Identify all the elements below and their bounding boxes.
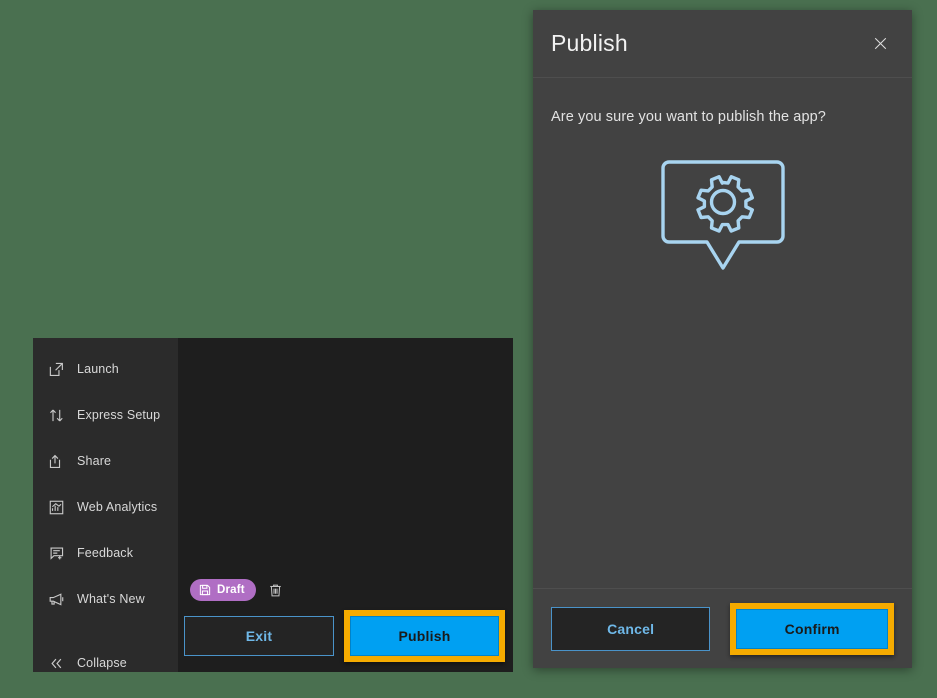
dialog-title: Publish — [551, 30, 628, 57]
sidebar-item-label: Express Setup — [77, 408, 160, 422]
sidebar-item-feedback[interactable]: Feedback — [33, 530, 178, 576]
confirm-button[interactable]: Confirm — [736, 609, 888, 649]
confirm-button-highlight: Confirm — [730, 603, 894, 655]
publish-button-highlight: Publish — [344, 610, 505, 662]
save-floppy-icon — [199, 584, 211, 596]
publish-dialog: Publish Are you sure you want to publish… — [533, 10, 912, 668]
external-link-icon — [47, 360, 65, 378]
dialog-message: Are you sure you want to publish the app… — [551, 108, 894, 127]
sidebar-spacer — [33, 622, 178, 640]
close-icon[interactable] — [867, 31, 893, 57]
chevron-double-left-icon — [47, 654, 65, 672]
share-icon — [47, 452, 65, 470]
gear-callout-icon — [551, 153, 894, 271]
builder-sidebar: Launch Express Setup Share — [33, 338, 178, 672]
sidebar-item-launch[interactable]: Launch — [33, 346, 178, 392]
comment-plus-icon — [47, 544, 65, 562]
status-badge-draft[interactable]: Draft — [190, 579, 256, 601]
sidebar-item-express-setup[interactable]: Express Setup — [33, 392, 178, 438]
analytics-chart-icon — [47, 498, 65, 516]
arrows-up-down-icon — [47, 406, 65, 424]
builder-panel: Launch Express Setup Share — [33, 338, 513, 672]
dialog-header: Publish — [533, 10, 912, 78]
builder-action-bar: Exit Publish — [184, 610, 505, 662]
sidebar-item-collapse[interactable]: Collapse — [33, 640, 178, 672]
trash-icon[interactable] — [266, 580, 286, 600]
publish-button[interactable]: Publish — [350, 616, 499, 656]
sidebar-item-label: Feedback — [77, 546, 133, 560]
sidebar-item-share[interactable]: Share — [33, 438, 178, 484]
dialog-body: Are you sure you want to publish the app… — [533, 78, 912, 588]
megaphone-icon — [47, 590, 65, 608]
sidebar-item-web-analytics[interactable]: Web Analytics — [33, 484, 178, 530]
builder-status-bar: Draft — [190, 579, 286, 601]
sidebar-item-label: What's New — [77, 592, 145, 606]
sidebar-item-label: Web Analytics — [77, 500, 157, 514]
status-badge-label: Draft — [217, 584, 245, 596]
builder-canvas: Draft Exit Publish — [178, 338, 513, 672]
dialog-footer: Cancel Confirm — [533, 588, 912, 668]
sidebar-item-label: Share — [77, 454, 111, 468]
sidebar-item-label: Collapse — [77, 656, 127, 670]
exit-button[interactable]: Exit — [184, 616, 334, 656]
cancel-button[interactable]: Cancel — [551, 607, 710, 651]
sidebar-item-label: Launch — [77, 362, 119, 376]
sidebar-item-whats-new[interactable]: What's New — [33, 576, 178, 622]
